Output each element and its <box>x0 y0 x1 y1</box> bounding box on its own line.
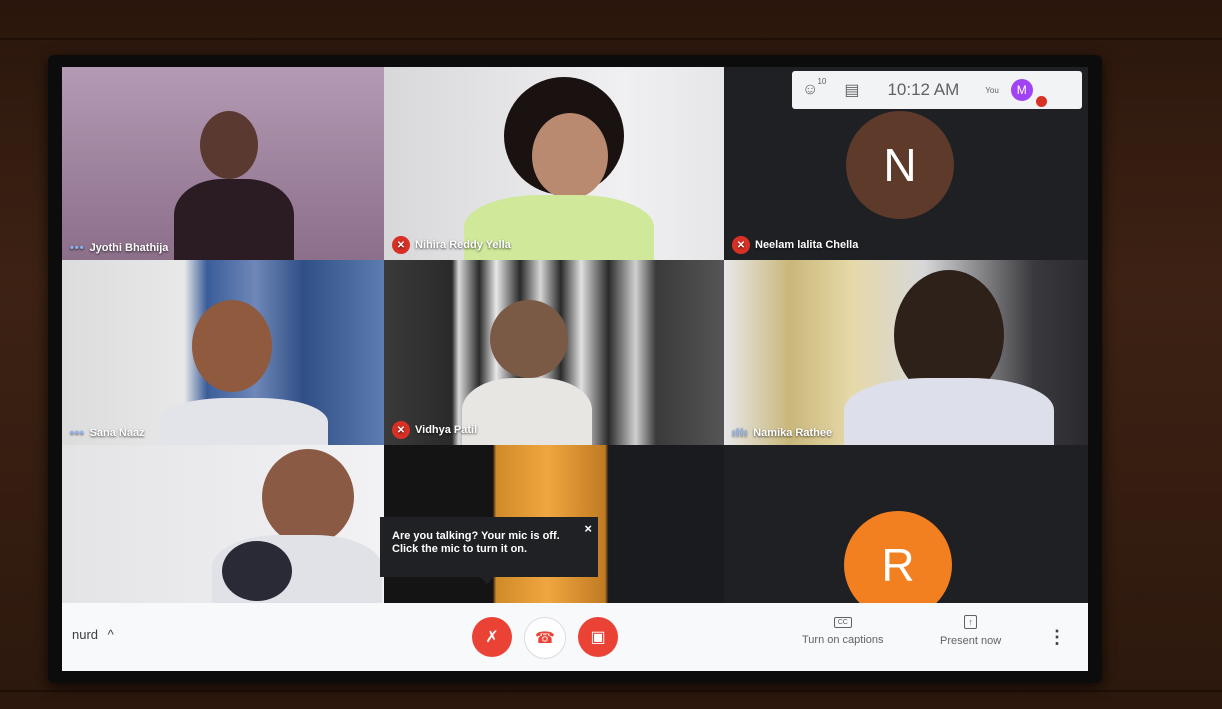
chat-icon[interactable]: ▤ <box>844 80 859 100</box>
people-icon[interactable]: ☺ 10 <box>802 77 826 99</box>
participant-name: Sana Naaz <box>89 427 145 439</box>
more-options-icon[interactable]: ⋮ <box>1048 627 1066 648</box>
wall-panel-line <box>0 38 1222 40</box>
present-button[interactable]: ↑ Present now <box>940 615 1001 647</box>
captions-icon: CC <box>833 617 852 628</box>
participant-name: Jyothi Bhathija <box>89 242 169 254</box>
you-label: You <box>985 85 999 95</box>
audio-level-icon: ıllı <box>732 427 749 439</box>
participant-body <box>174 179 294 260</box>
name-tag: ✕ Neelam lalita Chella <box>732 236 858 254</box>
participant-count: 10 <box>817 77 827 86</box>
self-avatar[interactable]: M <box>1010 79 1047 107</box>
speaking-dots-icon: ••• <box>70 242 85 254</box>
participant-body <box>158 398 328 445</box>
participant-body <box>844 378 1054 445</box>
name-tag: ✕ Vidhya Patil <box>392 421 477 439</box>
participant-face <box>200 111 258 179</box>
participant-tile[interactable]: ✕ Nihira Reddy Yella <box>384 67 724 260</box>
participant-name: Vidhya Patil <box>415 424 478 436</box>
meeting-code: nurd <box>72 627 99 642</box>
mic-off-icon: ✕ <box>392 236 410 254</box>
participant-tile[interactable]: ••• Sana Naaz <box>62 260 384 445</box>
participant-tile[interactable]: ✕ Vidhya Patil <box>384 260 724 445</box>
hangup-icon: ☎ <box>535 630 555 647</box>
present-icon: ↑ <box>964 615 977 629</box>
wall-panel-line <box>0 690 1222 692</box>
mic-toggle-button[interactable]: ✗ <box>472 617 512 657</box>
camera-toggle-button[interactable]: ▣ <box>578 617 618 657</box>
meet-screen: ••• Jyothi Bhathija ✕ Nihira Reddy Yella… <box>62 67 1088 671</box>
name-tag: ••• Jyothi Bhathija <box>70 242 168 254</box>
name-tag: ıllı Namika Rathee <box>732 427 832 439</box>
mic-off-icon: ✕ <box>732 236 750 254</box>
mic-off-icon <box>1035 96 1047 107</box>
avatar-initial: R <box>881 539 915 591</box>
participant-tile[interactable] <box>62 445 384 603</box>
tooltip-text: Are you talking? Your mic is off. Click … <box>392 530 560 555</box>
speaking-dots-icon: ••• <box>70 427 85 439</box>
chevron-up-icon: ^ <box>107 627 114 642</box>
clock: 10:12 AM <box>887 80 960 99</box>
mic-off-icon: ✗ <box>485 629 499 646</box>
participant-face <box>490 300 568 378</box>
participant-name: Neelam lalita Chella <box>755 239 859 251</box>
mic-off-icon: ✕ <box>392 421 410 439</box>
participant-name: Namika Rathee <box>753 427 833 439</box>
avatar: N <box>846 111 954 219</box>
avatar-initial: N <box>883 139 917 191</box>
present-label: Present now <box>940 635 1002 647</box>
captions-label: Turn on captions <box>802 634 884 646</box>
mic-off-tooltip: Are you talking? Your mic is off. Click … <box>380 517 598 584</box>
tv-monitor: ••• Jyothi Bhathija ✕ Nihira Reddy Yella… <box>48 55 1102 683</box>
name-tag: ••• Sana Naaz <box>70 427 145 439</box>
tooltip-arrow <box>480 577 494 584</box>
participant-tile[interactable]: ••• Jyothi Bhathija <box>62 67 384 260</box>
captions-button[interactable]: CC Turn on captions <box>802 615 884 646</box>
participant-tile[interactable]: R <box>724 445 1088 603</box>
participant-name: Nihira Reddy Yella <box>415 239 511 251</box>
close-icon[interactable]: × <box>584 522 592 535</box>
participant-face <box>192 300 272 392</box>
participant-face <box>532 113 608 199</box>
meeting-top-bar: ☺ 10 ▤ 10:12 AM You M <box>792 71 1082 109</box>
self-avatar-initial: M <box>1016 83 1027 97</box>
name-tag: ✕ Nihira Reddy Yella <box>392 236 511 254</box>
camera-off-icon: ▣ <box>590 629 606 646</box>
hangup-button[interactable]: ☎ <box>524 617 566 659</box>
meeting-controls-bar: nurd ^ ✗ ☎ ▣ CC Turn on captions ↑ Prese… <box>62 603 1088 671</box>
participant-body <box>462 378 592 445</box>
participant-tile[interactable]: ıllı Namika Rathee <box>724 260 1088 445</box>
meeting-details-button[interactable]: nurd ^ <box>72 627 114 642</box>
participant-face <box>262 449 354 545</box>
participant-face <box>222 541 292 601</box>
